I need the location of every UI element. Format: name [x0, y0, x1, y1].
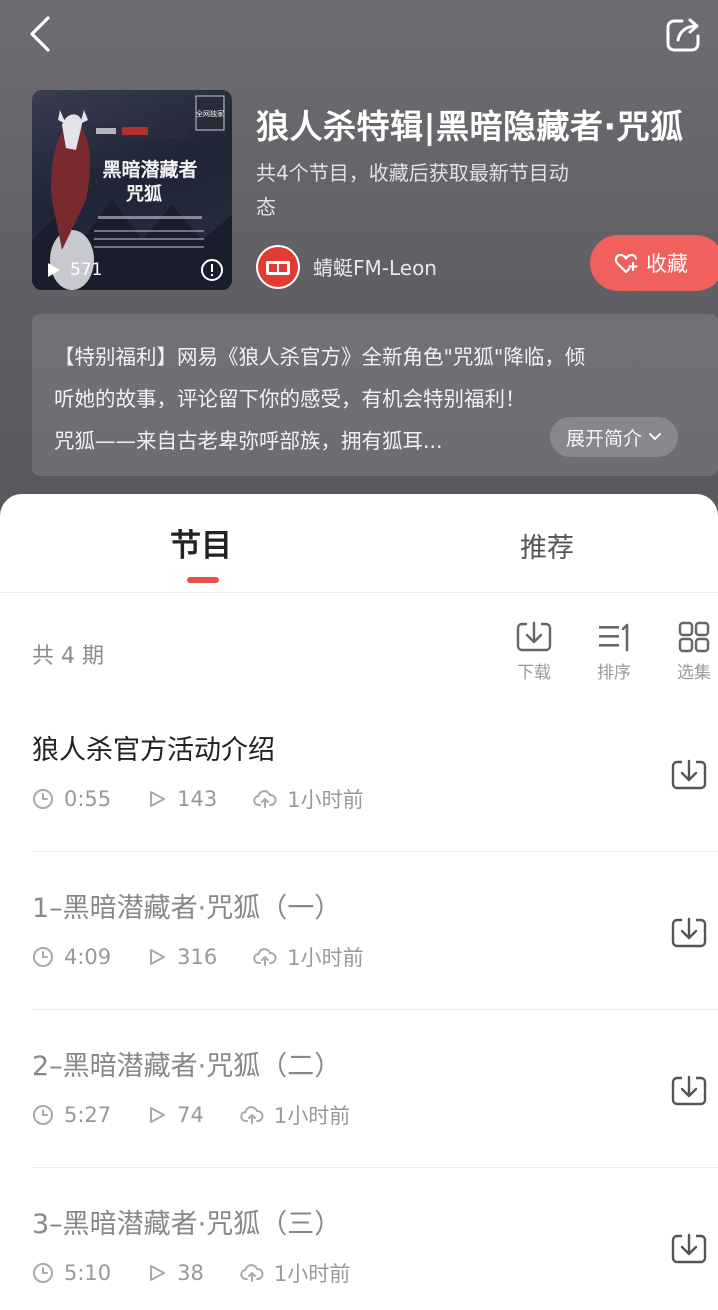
collect-button[interactable]: 收藏 — [590, 235, 718, 291]
play-icon — [150, 1265, 166, 1281]
upload-cloud-icon — [240, 1106, 264, 1124]
clock-icon — [33, 1263, 53, 1283]
heart-plus-icon — [614, 253, 638, 274]
download-icon — [671, 759, 707, 790]
description-line: 听她的故事，评论留下你的感受，有机会特别福利！ — [54, 387, 526, 411]
episode-meta: 4:09 316 1小时前 — [32, 942, 400, 972]
download-icon — [671, 1233, 707, 1264]
upload-time-value: 1小时前 — [273, 1262, 351, 1286]
plays: 74 — [147, 1103, 204, 1127]
episode-download-button[interactable] — [670, 758, 708, 796]
plays: 316 — [147, 945, 217, 969]
episode-title: 2–黑暗潜藏者·咒狐（二） — [32, 1051, 342, 1082]
plays: 143 — [147, 787, 217, 811]
episode-download-button[interactable] — [670, 916, 708, 954]
sort-label: 排序 — [597, 663, 631, 683]
tab-indicator — [187, 577, 219, 583]
play-count-value: 571 — [70, 260, 103, 280]
upload-cloud-icon — [240, 1264, 264, 1282]
upload-time: 1小时前 — [253, 942, 364, 972]
select-episodes-button[interactable]: 选集 — [664, 620, 718, 683]
plays-value: 74 — [177, 1103, 204, 1127]
divider — [0, 592, 718, 593]
upload-time-value: 1小时前 — [287, 788, 364, 812]
episode-row[interactable]: 狼人杀官方活动介绍 0:55 143 1小时前 — [0, 694, 718, 852]
download-icon — [516, 621, 552, 652]
episode-title: 1–黑暗潜藏者·咒狐（一） — [32, 893, 342, 924]
duration: 0:55 — [32, 787, 111, 811]
duration-value: 0:55 — [64, 787, 112, 811]
play-icon — [48, 263, 60, 277]
duration: 5:27 — [32, 1103, 111, 1127]
author-avatar[interactable] — [256, 245, 300, 289]
sort-icon — [599, 623, 629, 652]
grid-icon — [678, 621, 710, 653]
download-icon — [671, 917, 707, 948]
back-icon[interactable] — [22, 12, 62, 56]
album-header: 黑暗潜藏者 咒狐 全网独家 571 狼人杀特辑|黑暗隐藏者·咒狐 共4个节目，收… — [0, 0, 718, 520]
clock-icon — [33, 789, 53, 809]
episode-meta: 0:55 143 1小时前 — [32, 784, 400, 814]
expand-label: 展开简介 — [566, 427, 643, 450]
episode-meta: 5:27 74 1小时前 — [32, 1100, 386, 1130]
plays-value: 316 — [177, 945, 218, 969]
sort-button[interactable]: 排序 — [584, 620, 644, 683]
play-count: 571 — [46, 256, 102, 284]
cover-badge-text: 全网独家 — [196, 109, 224, 118]
play-icon — [150, 949, 166, 965]
duration: 5:10 — [32, 1261, 111, 1285]
download-icon — [671, 1075, 707, 1106]
upload-time-value: 1小时前 — [273, 1104, 351, 1128]
chevron-down-icon — [649, 433, 662, 440]
tab-recommend[interactable]: 推荐 — [520, 526, 574, 565]
plays-value: 38 — [177, 1261, 204, 1285]
clock-icon — [33, 947, 53, 967]
duration-value: 5:27 — [64, 1103, 112, 1127]
description-box[interactable]: 【特别福利】网易《狼人杀官方》全新角色"咒狐"降临，倾 听她的故事，评论留下你的… — [32, 314, 718, 476]
episode-download-button[interactable] — [670, 1232, 708, 1270]
plays-value: 143 — [177, 787, 218, 811]
duration-value: 5:10 — [64, 1261, 112, 1285]
content-sheet: 节目 推荐 共 4 期 下载 排序 选集 狼人杀官方活动介绍 0:55 143 … — [0, 494, 718, 1310]
episode-row[interactable]: 2–黑暗潜藏者·咒狐（二） 5:27 74 1小时前 — [0, 1010, 718, 1168]
episode-row[interactable]: 3–黑暗潜藏者·咒狐（三） 5:10 38 1小时前 — [0, 1168, 718, 1310]
share-icon[interactable] — [662, 12, 706, 56]
download-all-button[interactable]: 下载 — [504, 620, 564, 683]
upload-time-value: 1小时前 — [287, 946, 364, 970]
expand-intro-button[interactable]: 展开简介 — [550, 417, 679, 457]
episode-title: 狼人杀官方活动介绍 — [32, 735, 275, 766]
upload-time: 1小时前 — [240, 1258, 350, 1288]
upload-time: 1小时前 — [253, 784, 364, 814]
duration-value: 4:09 — [64, 945, 112, 969]
album-title: 狼人杀特辑|黑暗隐藏者·咒狐 — [256, 107, 684, 146]
upload-cloud-icon — [253, 948, 277, 966]
play-icon — [150, 791, 166, 807]
download-label: 下载 — [517, 663, 551, 683]
duration: 4:09 — [32, 945, 111, 969]
episode-row[interactable]: 1–黑暗潜藏者·咒狐（一） 4:09 316 1小时前 — [0, 852, 718, 1010]
upload-cloud-icon — [253, 790, 277, 808]
info-icon[interactable] — [200, 258, 224, 286]
episode-count: 共 4 期 — [32, 644, 104, 669]
play-icon — [150, 1107, 166, 1123]
tab-programs[interactable]: 节目 — [170, 520, 232, 565]
clock-icon — [33, 1105, 53, 1125]
cover-title-text: 黑暗潜藏者 — [102, 158, 197, 181]
plays: 38 — [147, 1261, 204, 1285]
collect-label: 收藏 — [646, 252, 688, 276]
episode-meta: 5:10 38 1小时前 — [32, 1258, 386, 1288]
select-label: 选集 — [677, 663, 711, 683]
album-subtitle: 共4个节目，收藏后获取最新节目动态 — [256, 161, 569, 219]
episode-download-button[interactable] — [670, 1074, 708, 1112]
description-line: 【特别福利】网易《狼人杀官方》全新角色"咒狐"降临，倾 — [54, 345, 586, 369]
author-name[interactable]: 蜻蜓FM-Leon — [313, 252, 437, 281]
episode-title: 3–黑暗潜藏者·咒狐（三） — [32, 1209, 342, 1240]
cover-name-text: 咒狐 — [126, 183, 162, 205]
upload-time: 1小时前 — [240, 1100, 350, 1130]
